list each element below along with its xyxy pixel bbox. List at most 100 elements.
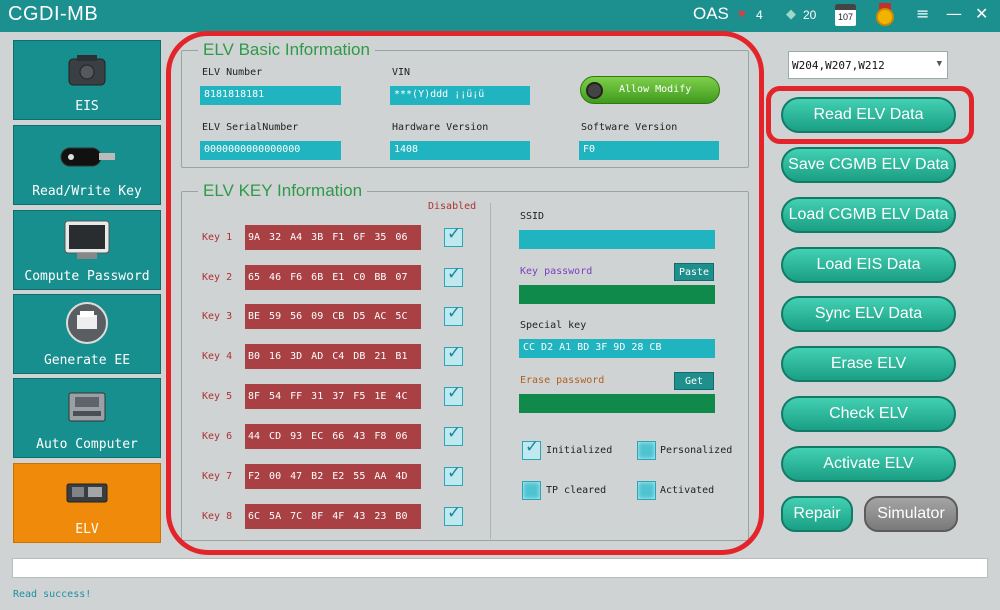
chevron-down-icon: ▼ xyxy=(936,59,942,69)
check-icon: ✓ xyxy=(447,224,462,244)
simulator-button[interactable]: Simulator xyxy=(864,496,958,532)
sidebar-item-elv[interactable]: ELV xyxy=(13,463,161,543)
key-label: Key 6 xyxy=(202,431,233,442)
diamond-icon: ◆ xyxy=(786,6,796,21)
sidebar-item-generate-ee[interactable]: Generate EE xyxy=(13,294,161,374)
key-label: Key 7 xyxy=(202,471,233,482)
key-value-field[interactable]: BE 59 56 09 CB D5 AC 5C xyxy=(245,304,421,329)
ssid-field[interactable] xyxy=(519,230,715,249)
elv-number-field[interactable]: 8181818181 xyxy=(200,86,341,105)
key-value-field[interactable]: B0 16 3D AD C4 DB 21 B1 xyxy=(245,344,421,369)
personalized-label: Personalized xyxy=(660,445,733,456)
key-label: Key 1 xyxy=(202,232,233,243)
software-version-field[interactable]: F0 xyxy=(579,141,719,160)
hardware-version-label: Hardware Version xyxy=(392,122,489,133)
status-text: Read success! xyxy=(13,589,92,600)
key-label: Key 8 xyxy=(202,511,233,522)
software-version-label: Software Version xyxy=(581,122,678,133)
load-cgmb-elv-data-button[interactable]: Load CGMB ELV Data xyxy=(781,197,956,233)
key-label: Key 5 xyxy=(202,391,233,402)
car-key-icon xyxy=(60,147,115,167)
check-elv-button[interactable]: Check ELV xyxy=(781,396,956,432)
elv-serial-field[interactable]: 0000000000000000 xyxy=(200,141,341,160)
key-6-disabled-checkbox[interactable]: ✓ xyxy=(444,423,463,446)
sync-elv-data-button[interactable]: Sync ELV Data xyxy=(781,296,956,332)
title-bar: CGDI-MB OAS ♥ 4 ◆ 20 107 ≡ — ✕ xyxy=(0,0,1000,32)
key-label: Key 2 xyxy=(202,272,233,283)
check-icon: ✓ xyxy=(447,463,462,483)
get-button[interactable]: Get xyxy=(674,372,714,390)
key-3-disabled-checkbox[interactable]: ✓ xyxy=(444,303,463,326)
menu-icon[interactable]: ≡ xyxy=(916,4,929,23)
key-password-field[interactable] xyxy=(519,285,715,304)
sidebar-item-compute-password[interactable]: Compute Password xyxy=(13,210,161,290)
sidebar-item-read-write-key[interactable]: Read/Write Key xyxy=(13,125,161,205)
erase-password-field[interactable] xyxy=(519,394,715,413)
personalized-checkbox[interactable] xyxy=(637,441,656,460)
key-8-disabled-checkbox[interactable]: ✓ xyxy=(444,503,463,526)
hearts-count: 4 xyxy=(756,8,763,22)
allow-modify-label: Allow Modify xyxy=(619,84,692,95)
sidebar-item-eis[interactable]: EIS xyxy=(13,40,161,120)
check-icon: ✓ xyxy=(447,503,462,523)
key-1-disabled-checkbox[interactable]: ✓ xyxy=(444,224,463,247)
diamonds-count: 20 xyxy=(803,8,817,22)
oas-label[interactable]: OAS xyxy=(693,4,729,24)
vin-field[interactable]: ***(Y)ddd ¡¡ü¡ü xyxy=(390,86,530,105)
calendar-icon[interactable]: 107 xyxy=(835,4,856,26)
allow-modify-toggle[interactable]: Allow Modify xyxy=(580,76,720,104)
key-label: Key 3 xyxy=(202,311,233,322)
erase-elv-button[interactable]: Erase ELV xyxy=(781,346,956,382)
sidebar-item-auto-computer[interactable]: Auto Computer xyxy=(13,378,161,458)
special-key-label: Special key xyxy=(520,320,587,331)
tp-cleared-label: TP cleared xyxy=(546,485,607,496)
toggle-knob-icon xyxy=(586,82,603,99)
hardware-version-field[interactable]: 1408 xyxy=(390,141,530,160)
load-eis-data-button[interactable]: Load EIS Data xyxy=(781,247,956,283)
calendar-days: 107 xyxy=(837,12,854,22)
sidebar-item-label: EIS xyxy=(75,99,99,114)
key-2-disabled-checkbox[interactable]: ✓ xyxy=(444,264,463,287)
initialized-label: Initialized xyxy=(546,445,613,456)
check-icon: ✓ xyxy=(447,264,462,284)
key-value-field[interactable]: 9A 32 A4 3B F1 6F 35 06 xyxy=(245,225,421,250)
repair-button[interactable]: Repair xyxy=(781,496,853,532)
computer-icon xyxy=(64,220,110,259)
model-select[interactable]: W204,W207,W212 ▼ xyxy=(788,51,948,79)
special-key-field[interactable]: CC D2 A1 BD 3F 9D 28 CB xyxy=(519,339,715,358)
key-4-disabled-checkbox[interactable]: ✓ xyxy=(444,343,463,366)
medal-icon[interactable] xyxy=(874,3,896,27)
key-value-field[interactable]: 44 CD 93 EC 66 43 F8 06 xyxy=(245,424,421,449)
key-value-field[interactable]: F2 00 47 B2 E2 55 AA 4D xyxy=(245,464,421,489)
minimize-button[interactable]: — xyxy=(946,4,962,23)
key-7-disabled-checkbox[interactable]: ✓ xyxy=(444,463,463,486)
elv-number-label: ELV Number xyxy=(202,67,263,78)
key-value-field[interactable]: 6C 5A 7C 8F 4F 43 23 B0 xyxy=(245,504,421,529)
ssid-label: SSID xyxy=(520,211,545,222)
key-value-field[interactable]: 8F 54 FF 31 37 F5 1E 4C xyxy=(245,384,421,409)
sidebar-item-label: Compute Password xyxy=(24,269,150,284)
elv-key-title: ELV KEY Information xyxy=(198,181,368,201)
elv-basic-title: ELV Basic Information xyxy=(198,40,375,60)
disabled-column-header: Disabled xyxy=(428,201,477,212)
progress-bar xyxy=(12,558,988,578)
key-value-field[interactable]: 65 46 F6 6B E1 C0 BB 07 xyxy=(245,265,421,290)
read-elv-data-button[interactable]: Read ELV Data xyxy=(781,97,956,133)
check-icon: ✓ xyxy=(447,423,462,443)
sidebar-item-label: Auto Computer xyxy=(36,437,138,452)
save-cgmb-elv-data-button[interactable]: Save CGMB ELV Data xyxy=(781,147,956,183)
tp-cleared-checkbox[interactable] xyxy=(522,481,541,500)
activated-checkbox[interactable] xyxy=(637,481,656,500)
activate-elv-button[interactable]: Activate ELV xyxy=(781,446,956,482)
sidebar-item-label: ELV xyxy=(75,522,99,537)
model-select-value: W204,W207,W212 xyxy=(792,59,885,72)
key-5-disabled-checkbox[interactable]: ✓ xyxy=(444,383,463,406)
close-button[interactable]: ✕ xyxy=(975,4,988,23)
printer-icon xyxy=(66,302,108,344)
elv-module-icon xyxy=(66,483,108,503)
initialized-checkbox[interactable]: ✓ xyxy=(522,437,541,460)
paste-button[interactable]: Paste xyxy=(674,263,714,281)
activated-label: Activated xyxy=(660,485,715,496)
sidebar-item-label: Read/Write Key xyxy=(32,184,142,199)
key-password-label: Key password xyxy=(520,266,593,277)
